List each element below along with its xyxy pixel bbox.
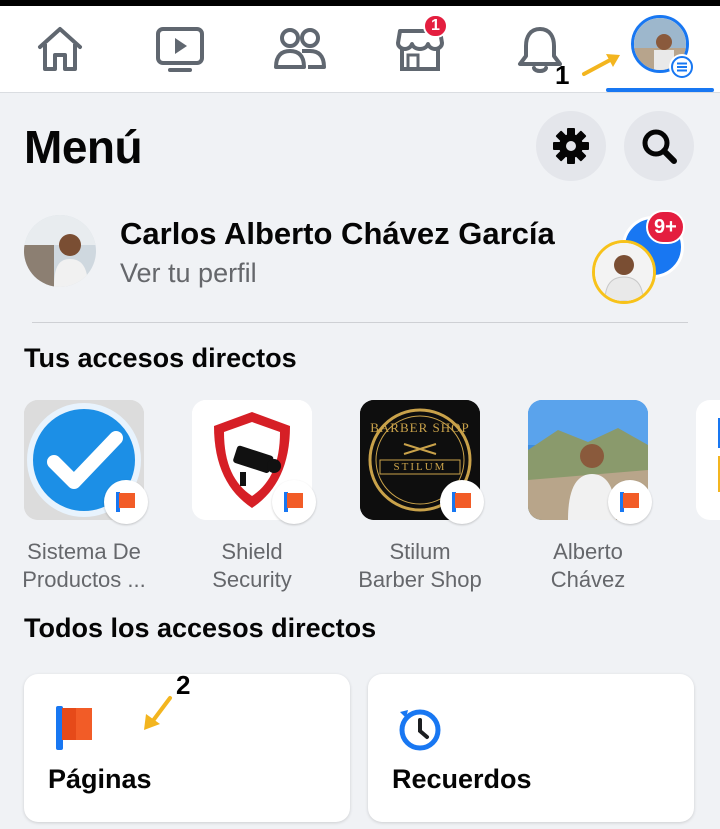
page-flag-icon (608, 480, 652, 524)
shortcut-label: Shield Security (212, 539, 292, 592)
annotation-arrow-2 (144, 696, 172, 730)
all-shortcuts-heading: Todos los accesos directos (24, 613, 377, 643)
nav-marketplace[interactable]: 1 (365, 6, 475, 92)
marketplace-badge: 1 (423, 14, 448, 38)
active-tab-indicator (606, 88, 714, 92)
memories-card-label: Recuerdos (392, 764, 532, 794)
page-flag-icon (104, 480, 148, 524)
page-title: Menú (24, 121, 143, 173)
pages-card-label: Páginas (48, 764, 152, 794)
search-button[interactable] (624, 111, 694, 181)
nav-watch[interactable] (125, 6, 235, 92)
home-icon (38, 27, 82, 71)
shortcut-label: Stilum Barber Shop (358, 539, 482, 592)
profile-row[interactable]: Carlos Alberto Chávez García Ver tu perf… (0, 206, 720, 306)
gear-icon (553, 128, 589, 164)
page-flag-icon (440, 480, 484, 524)
barber-logo-subtext: STILUM (393, 461, 447, 473)
divider (32, 322, 688, 323)
pages-flag-icon (52, 704, 98, 759)
search-icon (642, 129, 677, 164)
annotation-step-1: 1 (555, 60, 570, 90)
annotation-arrow-1 (582, 54, 620, 76)
friends-icon (274, 28, 326, 69)
memories-card[interactable]: Recuerdos (368, 674, 694, 822)
video-icon (156, 27, 204, 72)
shortcut-partial-next[interactable] (696, 400, 720, 520)
notification-count-badge: 9+ (646, 210, 685, 244)
menu-lines-icon (669, 54, 695, 80)
page-flag-icon (272, 480, 316, 524)
settings-button[interactable] (536, 111, 606, 181)
switch-account-button[interactable]: 9+ (590, 208, 690, 308)
nav-notifications[interactable] (485, 6, 595, 92)
nav-home[interactable] (5, 6, 115, 92)
memories-clock-icon (396, 704, 444, 757)
annotation-step-2: 2 (176, 670, 191, 700)
avatar (24, 215, 96, 287)
shortcut-label: Sistema De Productos ... (22, 539, 146, 592)
barber-logo-text: BARBER SHOP (370, 420, 470, 435)
nav-menu[interactable] (605, 6, 715, 92)
profile-name: Carlos Alberto Chávez García (120, 216, 555, 251)
top-navigation-bar: 1 (0, 6, 720, 93)
shortcuts-heading: Tus accesos directos (24, 343, 297, 373)
shortcut-label: Alberto Chávez (550, 539, 626, 592)
account-avatar (592, 240, 656, 304)
view-profile-link[interactable]: Ver tu perfil (120, 258, 257, 289)
nav-friends[interactable] (245, 6, 355, 92)
